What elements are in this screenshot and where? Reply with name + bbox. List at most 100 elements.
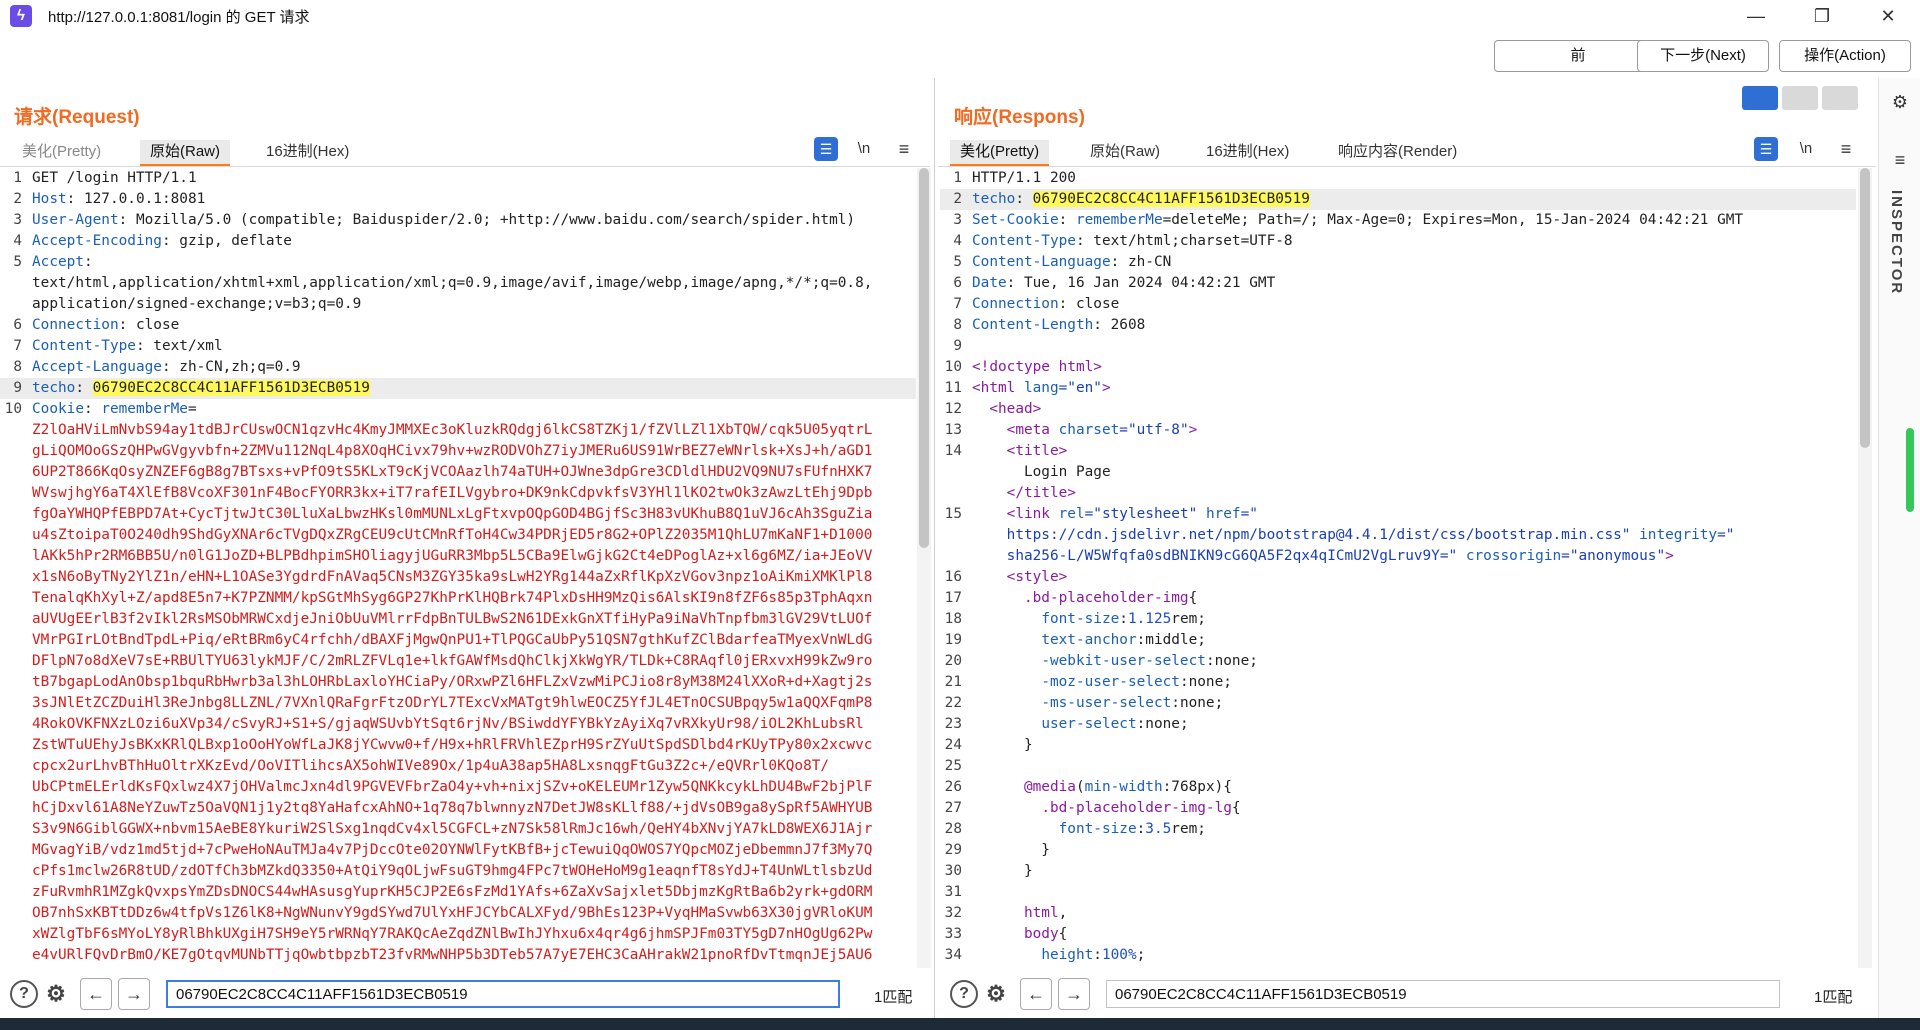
code-token: User-Agent	[32, 212, 119, 228]
line-code: cpcx2urLhvBThHuOltrXKzEvd/OoVITlihcsAX5o…	[32, 756, 829, 777]
newline-toggle[interactable]: \n	[1794, 137, 1818, 161]
line-code: <head>	[972, 399, 1041, 420]
layout-single-icon[interactable]	[1822, 86, 1858, 110]
code-token: >	[1188, 422, 1198, 438]
code-line: 19 text-anchor:middle;	[940, 630, 1856, 651]
request-search-input[interactable]	[166, 980, 840, 1008]
wrap-lines-icon[interactable]: ☰	[814, 137, 838, 161]
tab-response-raw[interactable]: 原始(Raw)	[1080, 140, 1170, 164]
tab-request-hex[interactable]: 16进制(Hex)	[256, 140, 359, 164]
settings-icon[interactable]: ⚙	[982, 980, 1010, 1008]
line-code: user-select:none;	[972, 714, 1188, 735]
minimize-icon[interactable]: —	[1728, 2, 1784, 30]
inspector-menu-icon[interactable]: ≡	[1888, 148, 1912, 172]
code-token: 4RokOVKFNXzLOzi6uXVp34/cSvyRJ+S1+S/gjaqW…	[32, 716, 864, 732]
code-line: e4vURlFQvDrBmO/KE7gOtqvMUNbTTjqOwbtbpzbT…	[0, 945, 916, 966]
code-line: https://cdn.jsdelivr.net/npm/bootstrap@4…	[940, 525, 1856, 546]
code-line: 22 -ms-user-select:none;	[940, 693, 1856, 714]
code-token: <title>	[1006, 443, 1068, 459]
line-number: 3	[953, 212, 962, 228]
next-button[interactable]: 下一步(Next)	[1637, 40, 1769, 72]
line-code: ZstWTuUEhyJsBKxKRlQLBxp1oOoHYoWfLaJK8jYC…	[32, 735, 872, 756]
line-number: 6	[953, 275, 962, 291]
line-number: 24	[944, 737, 962, 753]
response-scrollbar[interactable]	[1858, 168, 1872, 968]
request-panel-title: 请求(Request)	[14, 107, 140, 128]
code-token: charset	[1058, 422, 1120, 438]
search-highlight: 06790EC2C8CC4C11AFF1561D3ECB0519	[92, 380, 370, 396]
code-line: 2 Host: 127.0.0.1:8081	[0, 189, 916, 210]
code-token: TenalqKhXyl+Z/apd8E5n7+K7PZNMM/kpSGtMhSy…	[32, 590, 873, 606]
tab-response-hex[interactable]: 16进制(Hex)	[1196, 140, 1299, 164]
code-token: :	[1015, 191, 1033, 207]
request-scrollbar[interactable]	[917, 168, 931, 968]
tab-response-pretty[interactable]: 美化(Pretty)	[950, 140, 1050, 166]
help-icon[interactable]: ?	[950, 980, 978, 1008]
code-line: aUVUgEErlB3f2vIkl2RsMSObMRWCxdjeJniObUuV…	[0, 609, 916, 630]
code-line: 25	[940, 756, 1856, 777]
code-token: : text/html;charset=UTF-8	[1075, 233, 1293, 249]
line-code: cPfs1mclw26R8tUD/zdOTfCh3bMZkdQ3350+AtQi…	[32, 861, 872, 882]
tab-response-render[interactable]: 响应内容(Render)	[1328, 140, 1467, 164]
tab-request-pretty[interactable]: 美化(Pretty)	[12, 140, 111, 164]
code-line: DFlpN7o8dXeV7sE+RBUlTYU63lykMJF/C/2mRLZF…	[0, 651, 916, 672]
code-token: :none;	[1179, 674, 1232, 690]
close-icon[interactable]: ✕	[1860, 2, 1916, 30]
code-line: 3sJNlEtZCZDuiHl3ReJnbg8LLZNL/7VXnlQRaFgr…	[0, 693, 916, 714]
line-number: 21	[944, 674, 962, 690]
code-token: https://cdn.jsdelivr.net/npm/bootstrap@4…	[972, 527, 1640, 543]
code-line: 4 Content-Type: text/html;charset=UTF-8	[940, 231, 1856, 252]
settings-icon[interactable]: ⚙	[1888, 90, 1912, 114]
code-token: :	[75, 380, 93, 396]
code-token: min-width	[1084, 779, 1163, 795]
arrow-left-icon[interactable]: ←	[1020, 978, 1052, 1010]
code-token: u4sZtoipaT0O240dh9ShdGyXNAr6cTVgDQxZRgCE…	[32, 527, 873, 543]
code-token: <head>	[989, 401, 1042, 417]
arrow-right-icon[interactable]: →	[1058, 978, 1090, 1010]
request-search-bar: ? ⚙ ← → 1匹配	[0, 972, 934, 1018]
tab-request-raw[interactable]: 原始(Raw)	[140, 140, 230, 166]
code-token: integrity	[1639, 527, 1718, 543]
arrow-right-icon[interactable]: →	[118, 978, 150, 1010]
menu-icon[interactable]: ≡	[1834, 137, 1858, 161]
code-token: Connection	[32, 317, 119, 333]
code-line: 31	[940, 882, 1856, 903]
action-button[interactable]: 操作(Action)	[1779, 40, 1911, 72]
inspector-tab[interactable]: INSPECTOR	[1888, 190, 1905, 295]
line-code: lAKk5hPr2RM6BB5U/n0lG1JoZD+BLPBdhpimSHOl…	[32, 546, 872, 567]
code-line: 30 }	[940, 861, 1856, 882]
request-match-count: 1匹配	[874, 989, 913, 1006]
panel-divider[interactable]	[934, 78, 935, 1018]
code-token: Connection	[972, 296, 1059, 312]
code-token: .bd-placeholder-img-lg	[1041, 800, 1232, 816]
code-token: ="anonymous"	[1561, 548, 1666, 564]
help-icon[interactable]: ?	[10, 980, 38, 1008]
request-tab-divider	[0, 166, 930, 167]
code-token: hCjDxvl61A8NeYZuwTz5OaVQN1j1y2tq8YaHafcx…	[32, 800, 873, 816]
request-scroll-thumb[interactable]	[919, 168, 929, 548]
arrow-left-icon[interactable]: ←	[80, 978, 112, 1010]
layout-rows-icon[interactable]	[1782, 86, 1818, 110]
code-token: :	[83, 254, 93, 270]
menu-icon[interactable]: ≡	[892, 137, 916, 161]
line-number: 26	[944, 779, 962, 795]
line-code: <html lang="en">	[972, 378, 1111, 399]
settings-icon[interactable]: ⚙	[42, 980, 70, 1008]
code-token: Cookie	[32, 401, 84, 417]
line-code: S3v9N6GiblGGWX+nbvm15AeBE8YkuriW2SlSxg1n…	[32, 819, 872, 840]
response-scroll-thumb[interactable]	[1860, 168, 1870, 448]
request-editor[interactable]: 1 GET /login HTTP/1.1 2 Host: 127.0.0.1:808…	[0, 168, 916, 968]
code-line: 9 techo: 06790EC2C8CC4C11AFF1561D3ECB0519	[0, 378, 916, 399]
wrap-lines-icon[interactable]: ☰	[1754, 137, 1778, 161]
maximize-icon[interactable]: ❐	[1794, 2, 1850, 30]
response-editor[interactable]: 1 HTTP/1.1 200 2 techo: 06790EC2C8CC4C11AFF…	[940, 168, 1856, 968]
layout-split-icon[interactable]	[1742, 86, 1778, 110]
newline-toggle[interactable]: \n	[852, 137, 876, 161]
line-code: https://cdn.jsdelivr.net/npm/bootstrap@4…	[972, 525, 1735, 546]
line-code: hCjDxvl61A8NeYZuwTz5OaVQN1j1y2tq8YaHafcx…	[32, 798, 872, 819]
response-search-input[interactable]	[1106, 980, 1780, 1008]
